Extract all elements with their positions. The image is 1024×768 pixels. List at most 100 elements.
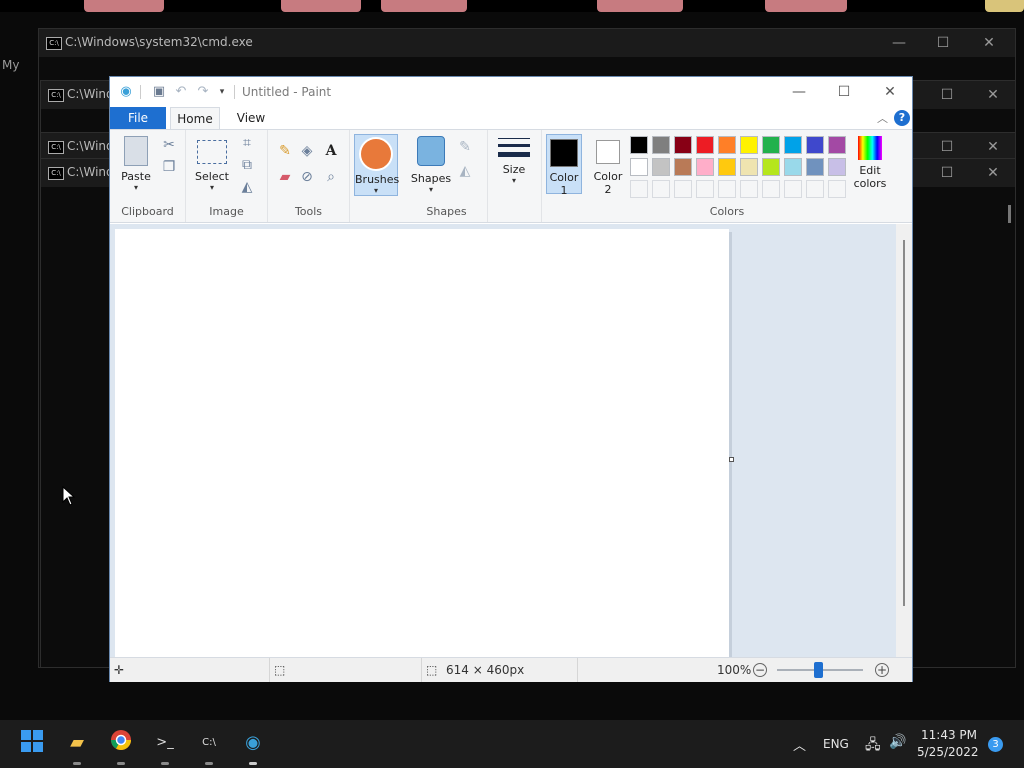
palette-swatch[interactable] — [652, 136, 670, 154]
palette-swatch[interactable] — [630, 180, 648, 198]
palette-swatch[interactable] — [718, 158, 736, 176]
running-indicator — [249, 762, 257, 765]
notification-badge[interactable]: 3 — [988, 737, 1003, 752]
palette-swatch[interactable] — [828, 136, 846, 154]
canvas-resize-handle[interactable] — [729, 457, 734, 462]
save-icon[interactable]: ▣ — [151, 84, 167, 100]
volume-icon[interactable]: 🔊 — [889, 734, 906, 752]
palette-swatch[interactable] — [652, 180, 670, 198]
resize-icon[interactable]: ⧉ — [238, 156, 256, 174]
palette-swatch[interactable] — [652, 158, 670, 176]
close-icon[interactable]: ✕ — [979, 33, 999, 53]
palette-swatch[interactable] — [806, 158, 824, 176]
palette-swatch[interactable] — [762, 180, 780, 198]
palette-swatch[interactable] — [674, 136, 692, 154]
vertical-scrollbar[interactable] — [896, 224, 912, 657]
clock-date[interactable]: 5/25/2022 — [917, 745, 979, 761]
pencil-icon[interactable]: ✎ — [276, 142, 294, 160]
maximize-icon[interactable]: ☐ — [834, 83, 854, 101]
terminal-icon[interactable]: >_ — [151, 729, 179, 757]
tab-file[interactable]: File — [110, 107, 166, 129]
scrollbar-thumb[interactable] — [903, 240, 905, 606]
cmd-scrollbar[interactable] — [1008, 205, 1011, 223]
collapse-ribbon-icon[interactable]: ︿ — [877, 110, 888, 126]
palette-swatch[interactable] — [718, 136, 736, 154]
color2-button[interactable]: Color 2 — [590, 134, 626, 196]
zoom-out-icon[interactable]: − — [753, 663, 767, 677]
maximize-icon[interactable]: ☐ — [937, 85, 957, 105]
palette-swatch[interactable] — [806, 136, 824, 154]
maximize-icon[interactable]: ☐ — [933, 33, 953, 53]
select-button[interactable]: Select ▾ — [192, 134, 232, 194]
file-explorer-icon[interactable]: ▰ — [63, 729, 91, 757]
cut-icon[interactable]: ✂ — [160, 136, 178, 154]
palette-swatch[interactable] — [784, 180, 802, 198]
brushes-button[interactable]: Brushes ▾ — [354, 134, 399, 196]
clock-time[interactable]: 11:43 PM — [921, 728, 977, 744]
help-icon[interactable]: ? — [894, 110, 910, 126]
palette-swatch[interactable] — [828, 158, 846, 176]
zoom-level: 100% — [717, 663, 752, 677]
size-button[interactable]: Size ▾ — [494, 134, 534, 194]
palette-swatch[interactable] — [762, 158, 780, 176]
fill-icon[interactable]: ◈ — [298, 142, 316, 160]
show-hidden-icons-icon[interactable]: ︿ — [793, 735, 806, 754]
palette-swatch[interactable] — [740, 158, 758, 176]
color1-button[interactable]: Color 1 — [546, 134, 582, 197]
maximize-icon[interactable]: ☐ — [937, 163, 957, 183]
drawing-canvas[interactable] — [115, 229, 729, 657]
palette-swatch[interactable] — [718, 180, 736, 198]
language-indicator[interactable]: ENG — [823, 737, 849, 755]
palette-swatch[interactable] — [630, 136, 648, 154]
close-icon[interactable]: ✕ — [983, 163, 1003, 183]
minimize-icon[interactable]: — — [789, 83, 809, 101]
palette-swatch[interactable] — [784, 158, 802, 176]
tab-home[interactable]: Home — [170, 107, 220, 129]
cmd-icon[interactable]: C:\ — [195, 729, 223, 757]
close-icon[interactable]: ✕ — [880, 83, 900, 101]
palette-swatch[interactable] — [674, 180, 692, 198]
paint-icon[interactable]: ◉ — [239, 729, 267, 757]
paint-titlebar[interactable]: ◉ ▣ ↶ ↷ ▾ Untitled - Paint — ☐ ✕ — [110, 77, 912, 107]
palette-swatch[interactable] — [784, 136, 802, 154]
fill-shape-icon[interactable]: ◭ — [456, 162, 474, 180]
customize-quick-access-icon[interactable]: ▾ — [214, 84, 230, 100]
palette-swatch[interactable] — [762, 136, 780, 154]
outline-icon[interactable]: ✎ — [456, 138, 474, 156]
shapes-button[interactable]: Shapes ▾ — [410, 134, 452, 194]
cmd-titlebar[interactable]: C:\ C:\Windows\system32\cmd.exe — ☐ ✕ — [39, 29, 1015, 57]
palette-swatch[interactable] — [740, 180, 758, 198]
palette-swatch[interactable] — [630, 158, 648, 176]
rotate-icon[interactable]: ◭ — [238, 178, 256, 196]
minimize-icon[interactable]: — — [889, 33, 909, 53]
text-icon[interactable]: A — [322, 142, 340, 160]
color-picker-icon[interactable]: ⊘ — [298, 168, 316, 186]
palette-swatch[interactable] — [740, 136, 758, 154]
maximize-icon[interactable]: ☐ — [937, 137, 957, 157]
cmd-title: C:\Wind — [67, 139, 114, 153]
paint-app-icon[interactable]: ◉ — [118, 84, 134, 100]
palette-swatch[interactable] — [696, 158, 714, 176]
paste-button[interactable]: Paste ▾ — [116, 134, 156, 194]
redo-icon[interactable]: ↷ — [195, 84, 211, 100]
palette-swatch[interactable] — [828, 180, 846, 198]
close-icon[interactable]: ✕ — [983, 85, 1003, 105]
zoom-slider-thumb[interactable] — [814, 662, 823, 678]
tab-view[interactable]: View — [226, 107, 276, 129]
edit-colors-button[interactable]: Edit colors — [850, 134, 890, 194]
chrome-icon[interactable] — [107, 729, 135, 757]
start-icon[interactable] — [18, 729, 46, 757]
crop-icon[interactable]: ⌗ — [238, 134, 256, 152]
eraser-icon[interactable]: ▰ — [276, 168, 294, 186]
palette-swatch[interactable] — [674, 158, 692, 176]
copy-icon[interactable]: ❐ — [160, 158, 178, 176]
close-icon[interactable]: ✕ — [983, 137, 1003, 157]
palette-swatch[interactable] — [696, 136, 714, 154]
magnifier-icon[interactable]: ⌕ — [322, 168, 340, 186]
palette-swatch[interactable] — [696, 180, 714, 198]
network-icon[interactable]: 🖧 — [865, 734, 881, 753]
zoom-in-icon[interactable]: + — [875, 663, 889, 677]
undo-icon[interactable]: ↶ — [173, 84, 189, 100]
palette-swatch[interactable] — [806, 180, 824, 198]
group-label: Image — [209, 205, 244, 218]
